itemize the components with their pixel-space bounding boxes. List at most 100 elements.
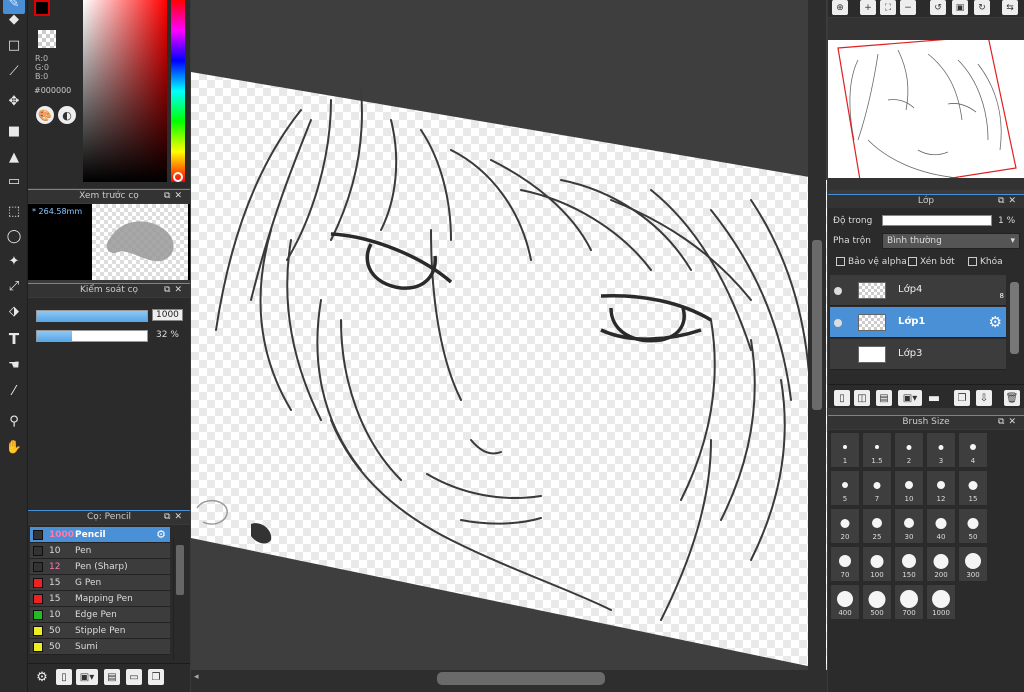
brush-size-cell[interactable]: 400 [830, 584, 860, 620]
popout-icon[interactable]: ⧉ [164, 285, 174, 295]
drawing-canvas[interactable] [191, 0, 827, 670]
brush-size-cell[interactable]: 5 [830, 470, 860, 506]
brush-size-cell[interactable]: 30 [894, 508, 924, 544]
add-brush-menu-icon[interactable]: ▣▾ [76, 669, 98, 685]
operation-tool-icon[interactable]: ☚ [3, 354, 25, 376]
popout-icon[interactable]: ⧉ [164, 191, 174, 201]
gear-icon[interactable]: ⚙ [989, 313, 1002, 331]
text-tool-icon[interactable]: T [3, 328, 25, 350]
brush-size-cell[interactable]: 25 [862, 508, 892, 544]
brush-size-cell[interactable]: 12 [926, 470, 956, 506]
folder-icon[interactable]: ▭ [126, 669, 142, 685]
brush-size-cell[interactable]: 40 [926, 508, 956, 544]
popout-icon[interactable]: ⧉ [164, 512, 174, 522]
eraser-tool-icon[interactable]: ◆ [3, 8, 25, 30]
rotate-left-icon[interactable]: ↺ [930, 0, 946, 15]
move-tool-icon[interactable]: ✥ [3, 90, 25, 112]
brush-size-cell[interactable]: 3 [926, 432, 956, 468]
brush-size-cell[interactable]: 150 [894, 546, 924, 582]
close-icon[interactable]: ✕ [1008, 196, 1020, 206]
brush-list-scrollbar[interactable] [173, 537, 185, 661]
brush-item[interactable]: 10 Edge Pen [30, 607, 170, 623]
brush-size-value[interactable]: 1000 [152, 309, 183, 321]
dot-tool-icon[interactable]: □ [3, 34, 25, 56]
hue-slider-knob[interactable] [173, 172, 183, 182]
hand-tool-icon[interactable]: ✋ [3, 436, 25, 458]
zoom-out-icon[interactable]: − [900, 0, 916, 15]
foreground-color-swatch[interactable] [34, 0, 50, 16]
brush-size-cell[interactable]: 50 [958, 508, 988, 544]
brush-size-cell[interactable]: 300 [958, 546, 988, 582]
new-1bit-layer-icon[interactable]: ▤ [876, 390, 892, 406]
saturation-value-picker[interactable] [83, 0, 167, 182]
reset-view-icon[interactable]: ▣ [952, 0, 968, 15]
scroll-left-icon[interactable]: ◂ [194, 672, 199, 682]
brush-item[interactable]: 15 G Pen [30, 575, 170, 591]
gradient-tool-icon[interactable]: ▭ [3, 170, 25, 192]
brush-size-cell[interactable]: 20 [830, 508, 860, 544]
trash-icon[interactable]: 🗑 [1004, 390, 1020, 406]
zoom-icon[interactable]: ⊕ [832, 0, 848, 15]
zoom-in-icon[interactable]: + [860, 0, 876, 15]
brush-size-cell[interactable]: 15 [958, 470, 988, 506]
visibility-icon[interactable] [834, 287, 842, 295]
canvas-vertical-scrollbar[interactable] [808, 0, 826, 670]
close-icon[interactable]: ✕ [174, 191, 186, 201]
hue-slider[interactable] [171, 0, 185, 182]
select-eraser-tool-icon[interactable]: ⬗ [3, 300, 25, 322]
flip-icon[interactable]: ⇆ [1002, 0, 1018, 15]
lock-checkbox[interactable]: Khóa [968, 257, 1003, 267]
layer-list-scroll-thumb[interactable] [1010, 282, 1019, 354]
brush-item[interactable]: 10 Pen [30, 543, 170, 559]
brush-size-cell[interactable]: 7 [862, 470, 892, 506]
canvas-horizontal-scrollbar[interactable]: ◂ [191, 670, 827, 692]
brush-size-cell[interactable]: 1 [830, 432, 860, 468]
fit-icon[interactable]: ⛶ [880, 0, 896, 15]
brush-size-cell[interactable]: 70 [830, 546, 860, 582]
lasso-tool-icon[interactable]: ◯ [3, 225, 25, 247]
brush-size-cell[interactable]: 700 [894, 584, 924, 620]
brush-size-cell[interactable]: 10 [894, 470, 924, 506]
select-pen-tool-icon[interactable]: ⤢ [3, 275, 25, 297]
brush-item[interactable]: 12 Pen (Sharp) [30, 559, 170, 575]
brush-item[interactable]: 15 Mapping Pen [30, 591, 170, 607]
close-icon[interactable]: ✕ [1008, 417, 1020, 427]
folder-icon[interactable]: ▬ [926, 390, 942, 406]
brush-size-cell[interactable]: 2 [894, 432, 924, 468]
magic-wand-tool-icon[interactable]: ✦ [3, 250, 25, 272]
new-brush-icon[interactable]: ▯ [56, 669, 72, 685]
navigator-preview[interactable] [828, 40, 1024, 178]
gear-icon[interactable]: ⚙ [156, 528, 166, 541]
brush-size-cell[interactable]: 4 [958, 432, 988, 468]
new-halftone-layer-icon[interactable]: ◫ [854, 390, 870, 406]
blend-mode-select[interactable]: Bình thường ▾ [882, 233, 1020, 249]
layer-opacity-slider[interactable] [882, 215, 992, 226]
clipping-checkbox[interactable]: Xén bớt [908, 257, 955, 267]
canvas-horizontal-scroll-thumb[interactable] [437, 672, 605, 685]
brush-item[interactable]: 50 Sumi [30, 639, 170, 655]
duplicate-layer-icon[interactable]: ❐ [954, 390, 970, 406]
layer-item[interactable]: Lớp3 [830, 339, 1006, 370]
transparent-color-swatch[interactable] [38, 30, 56, 48]
brush-size-cell[interactable]: 1.5 [862, 432, 892, 468]
eyedropper-tool-icon[interactable]: ⁄ [3, 380, 25, 402]
brush-opacity-slider[interactable] [36, 330, 148, 342]
brush-size-cell[interactable]: 500 [862, 584, 892, 620]
brush-item[interactable]: 1000 Pencil ⚙ [30, 527, 170, 543]
layer-item[interactable]: Lớp1 ⚙ [830, 307, 1006, 338]
color-wheel-icon[interactable]: ◐ [58, 106, 76, 124]
popout-icon[interactable]: ⧉ [998, 196, 1008, 206]
bucket-tool-icon[interactable]: ▲ [3, 146, 25, 168]
duplicate-icon[interactable]: ❐ [148, 669, 164, 685]
visibility-icon[interactable] [834, 319, 842, 327]
canvas-vertical-scroll-thumb[interactable] [812, 240, 822, 410]
brush-item[interactable]: 50 Stipple Pen [30, 623, 170, 639]
brush-tool-icon[interactable]: ⟋ [3, 60, 25, 82]
dropper-tool-icon[interactable]: ⚲ [3, 410, 25, 432]
brush-settings-icon[interactable]: ▤ [104, 669, 120, 685]
brush-size-cell[interactable]: 1000 [926, 584, 956, 620]
gear-icon[interactable]: ⚙ [34, 669, 50, 685]
merge-layer-icon[interactable]: ⇩ [976, 390, 992, 406]
new-layer-icon[interactable]: ▯ [834, 390, 850, 406]
fill-rect-tool-icon[interactable]: ■ [3, 120, 25, 142]
